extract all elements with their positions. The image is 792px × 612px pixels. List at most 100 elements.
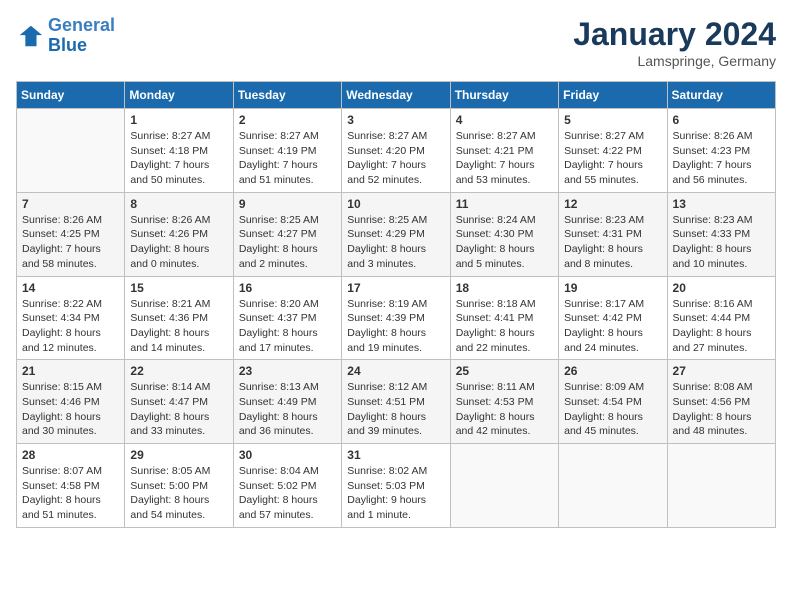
day-number: 23 — [239, 364, 336, 378]
day-info: Sunrise: 8:11 AMSunset: 4:53 PMDaylight:… — [456, 380, 553, 439]
day-number: 31 — [347, 448, 444, 462]
day-info: Sunrise: 8:23 AMSunset: 4:33 PMDaylight:… — [673, 213, 770, 272]
day-number: 13 — [673, 197, 770, 211]
calendar-cell: 18 Sunrise: 8:18 AMSunset: 4:41 PMDaylig… — [450, 276, 558, 360]
day-info: Sunrise: 8:27 AMSunset: 4:19 PMDaylight:… — [239, 129, 336, 188]
calendar-cell: 13 Sunrise: 8:23 AMSunset: 4:33 PMDaylig… — [667, 192, 775, 276]
calendar-cell — [667, 444, 775, 528]
day-info: Sunrise: 8:16 AMSunset: 4:44 PMDaylight:… — [673, 297, 770, 356]
calendar-cell: 27 Sunrise: 8:08 AMSunset: 4:56 PMDaylig… — [667, 360, 775, 444]
calendar-cell: 22 Sunrise: 8:14 AMSunset: 4:47 PMDaylig… — [125, 360, 233, 444]
calendar-table: SundayMondayTuesdayWednesdayThursdayFrid… — [16, 81, 776, 528]
day-info: Sunrise: 8:27 AMSunset: 4:20 PMDaylight:… — [347, 129, 444, 188]
calendar-week-2: 7 Sunrise: 8:26 AMSunset: 4:25 PMDayligh… — [17, 192, 776, 276]
day-header-tuesday: Tuesday — [233, 82, 341, 109]
calendar-cell: 4 Sunrise: 8:27 AMSunset: 4:21 PMDayligh… — [450, 109, 558, 193]
day-info: Sunrise: 8:14 AMSunset: 4:47 PMDaylight:… — [130, 380, 227, 439]
calendar-cell: 17 Sunrise: 8:19 AMSunset: 4:39 PMDaylig… — [342, 276, 450, 360]
calendar-week-4: 21 Sunrise: 8:15 AMSunset: 4:46 PMDaylig… — [17, 360, 776, 444]
day-header-saturday: Saturday — [667, 82, 775, 109]
day-number: 10 — [347, 197, 444, 211]
day-number: 29 — [130, 448, 227, 462]
calendar-cell: 12 Sunrise: 8:23 AMSunset: 4:31 PMDaylig… — [559, 192, 667, 276]
calendar-cell: 16 Sunrise: 8:20 AMSunset: 4:37 PMDaylig… — [233, 276, 341, 360]
calendar-week-5: 28 Sunrise: 8:07 AMSunset: 4:58 PMDaylig… — [17, 444, 776, 528]
day-info: Sunrise: 8:24 AMSunset: 4:30 PMDaylight:… — [456, 213, 553, 272]
day-header-sunday: Sunday — [17, 82, 125, 109]
calendar-cell: 1 Sunrise: 8:27 AMSunset: 4:18 PMDayligh… — [125, 109, 233, 193]
day-info: Sunrise: 8:09 AMSunset: 4:54 PMDaylight:… — [564, 380, 661, 439]
day-number: 27 — [673, 364, 770, 378]
day-info: Sunrise: 8:26 AMSunset: 4:23 PMDaylight:… — [673, 129, 770, 188]
day-number: 21 — [22, 364, 119, 378]
day-number: 2 — [239, 113, 336, 127]
day-info: Sunrise: 8:12 AMSunset: 4:51 PMDaylight:… — [347, 380, 444, 439]
calendar-cell: 20 Sunrise: 8:16 AMSunset: 4:44 PMDaylig… — [667, 276, 775, 360]
calendar-cell: 31 Sunrise: 8:02 AMSunset: 5:03 PMDaylig… — [342, 444, 450, 528]
day-number: 18 — [456, 281, 553, 295]
calendar-cell: 10 Sunrise: 8:25 AMSunset: 4:29 PMDaylig… — [342, 192, 450, 276]
day-number: 30 — [239, 448, 336, 462]
day-info: Sunrise: 8:05 AMSunset: 5:00 PMDaylight:… — [130, 464, 227, 523]
calendar-cell: 19 Sunrise: 8:17 AMSunset: 4:42 PMDaylig… — [559, 276, 667, 360]
day-number: 12 — [564, 197, 661, 211]
calendar-cell: 11 Sunrise: 8:24 AMSunset: 4:30 PMDaylig… — [450, 192, 558, 276]
calendar-cell: 24 Sunrise: 8:12 AMSunset: 4:51 PMDaylig… — [342, 360, 450, 444]
calendar-cell — [559, 444, 667, 528]
day-info: Sunrise: 8:19 AMSunset: 4:39 PMDaylight:… — [347, 297, 444, 356]
day-info: Sunrise: 8:27 AMSunset: 4:21 PMDaylight:… — [456, 129, 553, 188]
calendar-week-3: 14 Sunrise: 8:22 AMSunset: 4:34 PMDaylig… — [17, 276, 776, 360]
day-header-wednesday: Wednesday — [342, 82, 450, 109]
day-number: 1 — [130, 113, 227, 127]
calendar-week-1: 1 Sunrise: 8:27 AMSunset: 4:18 PMDayligh… — [17, 109, 776, 193]
title-block: January 2024 Lamspringe, Germany — [573, 16, 776, 69]
day-info: Sunrise: 8:02 AMSunset: 5:03 PMDaylight:… — [347, 464, 444, 523]
day-number: 4 — [456, 113, 553, 127]
calendar-cell: 29 Sunrise: 8:05 AMSunset: 5:00 PMDaylig… — [125, 444, 233, 528]
calendar-cell: 28 Sunrise: 8:07 AMSunset: 4:58 PMDaylig… — [17, 444, 125, 528]
logo: General Blue — [16, 16, 115, 56]
day-info: Sunrise: 8:26 AMSunset: 4:25 PMDaylight:… — [22, 213, 119, 272]
day-number: 16 — [239, 281, 336, 295]
calendar-cell: 26 Sunrise: 8:09 AMSunset: 4:54 PMDaylig… — [559, 360, 667, 444]
logo-text: General Blue — [48, 16, 115, 56]
day-number: 25 — [456, 364, 553, 378]
day-number: 20 — [673, 281, 770, 295]
day-info: Sunrise: 8:27 AMSunset: 4:18 PMDaylight:… — [130, 129, 227, 188]
calendar-cell — [17, 109, 125, 193]
calendar-cell: 8 Sunrise: 8:26 AMSunset: 4:26 PMDayligh… — [125, 192, 233, 276]
page-header: General Blue January 2024 Lamspringe, Ge… — [16, 16, 776, 69]
day-info: Sunrise: 8:26 AMSunset: 4:26 PMDaylight:… — [130, 213, 227, 272]
day-header-friday: Friday — [559, 82, 667, 109]
day-number: 9 — [239, 197, 336, 211]
day-info: Sunrise: 8:25 AMSunset: 4:29 PMDaylight:… — [347, 213, 444, 272]
day-info: Sunrise: 8:15 AMSunset: 4:46 PMDaylight:… — [22, 380, 119, 439]
day-number: 15 — [130, 281, 227, 295]
day-number: 17 — [347, 281, 444, 295]
calendar-subtitle: Lamspringe, Germany — [573, 53, 776, 69]
day-number: 3 — [347, 113, 444, 127]
day-info: Sunrise: 8:21 AMSunset: 4:36 PMDaylight:… — [130, 297, 227, 356]
day-number: 22 — [130, 364, 227, 378]
calendar-title: January 2024 — [573, 16, 776, 53]
day-info: Sunrise: 8:27 AMSunset: 4:22 PMDaylight:… — [564, 129, 661, 188]
calendar-body: 1 Sunrise: 8:27 AMSunset: 4:18 PMDayligh… — [17, 109, 776, 528]
day-info: Sunrise: 8:04 AMSunset: 5:02 PMDaylight:… — [239, 464, 336, 523]
day-info: Sunrise: 8:13 AMSunset: 4:49 PMDaylight:… — [239, 380, 336, 439]
day-header-monday: Monday — [125, 82, 233, 109]
day-number: 14 — [22, 281, 119, 295]
calendar-cell: 5 Sunrise: 8:27 AMSunset: 4:22 PMDayligh… — [559, 109, 667, 193]
day-info: Sunrise: 8:07 AMSunset: 4:58 PMDaylight:… — [22, 464, 119, 523]
day-info: Sunrise: 8:22 AMSunset: 4:34 PMDaylight:… — [22, 297, 119, 356]
day-number: 5 — [564, 113, 661, 127]
logo-icon — [16, 22, 44, 50]
calendar-cell: 15 Sunrise: 8:21 AMSunset: 4:36 PMDaylig… — [125, 276, 233, 360]
calendar-cell: 6 Sunrise: 8:26 AMSunset: 4:23 PMDayligh… — [667, 109, 775, 193]
day-info: Sunrise: 8:18 AMSunset: 4:41 PMDaylight:… — [456, 297, 553, 356]
calendar-cell: 9 Sunrise: 8:25 AMSunset: 4:27 PMDayligh… — [233, 192, 341, 276]
calendar-cell: 30 Sunrise: 8:04 AMSunset: 5:02 PMDaylig… — [233, 444, 341, 528]
day-info: Sunrise: 8:08 AMSunset: 4:56 PMDaylight:… — [673, 380, 770, 439]
day-info: Sunrise: 8:17 AMSunset: 4:42 PMDaylight:… — [564, 297, 661, 356]
day-info: Sunrise: 8:23 AMSunset: 4:31 PMDaylight:… — [564, 213, 661, 272]
day-number: 24 — [347, 364, 444, 378]
